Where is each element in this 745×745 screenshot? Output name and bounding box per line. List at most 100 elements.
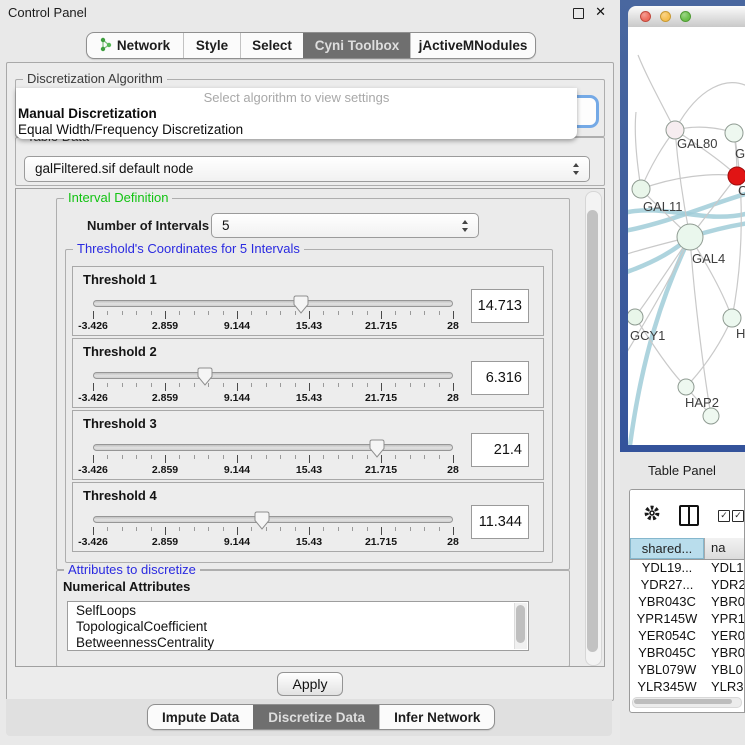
number-of-intervals-combobox[interactable]: 5	[211, 213, 479, 238]
tab-select[interactable]: Select	[240, 33, 303, 58]
network-node-HAP2[interactable]	[678, 379, 694, 395]
threshold-slider-track[interactable]	[93, 444, 453, 451]
slider-tick-labels: -3.4262.8599.14415.4321.71528	[93, 320, 453, 332]
cell-shared-name: YLR345W	[630, 678, 704, 695]
table-toolbar: ✓ ✓	[630, 490, 744, 538]
tab-impute-data[interactable]: Impute Data	[148, 705, 253, 729]
cell-name: YDR2	[704, 576, 745, 593]
network-node-GCY1[interactable]	[628, 309, 643, 325]
table-row[interactable]: YER054CYER0	[630, 627, 745, 644]
table-row[interactable]: YBR045CYBR0	[630, 644, 745, 661]
tab-label: Infer Network	[394, 710, 480, 725]
control-panel-window: Control Panel ✕ Network Style Select Cyni T…	[0, 0, 620, 745]
threshold-panel-3: Threshold 3 -3.4262.8599.14415.4321.71528…	[72, 410, 544, 480]
threshold-label: Threshold 3	[83, 416, 157, 431]
column-header-shared-name[interactable]: shared...	[630, 538, 704, 559]
slider-tick-labels: -3.4262.8599.14415.4321.71528	[93, 464, 453, 476]
table-row[interactable]: YBR043CYBR0	[630, 593, 745, 610]
network-node-label: GAL11	[643, 199, 683, 214]
checkbox-icon[interactable]: ✓	[732, 510, 744, 522]
network-node-label: GCY1	[630, 328, 665, 343]
float-panel-icon[interactable]	[573, 8, 584, 19]
combobox-spinner-icon	[573, 163, 580, 175]
apply-button[interactable]: Apply	[277, 672, 343, 696]
network-node-H-partial[interactable]	[723, 309, 741, 327]
panel-title: Control Panel	[8, 5, 87, 20]
algorithm-dropdown-popup: Select algorithm to view settings Manual…	[16, 88, 577, 139]
settings-vertical-scrollbar[interactable]	[585, 191, 602, 666]
close-panel-icon[interactable]: ✕	[595, 4, 606, 20]
cell-name: YPR1	[704, 610, 745, 627]
table-header: shared... na	[630, 538, 745, 560]
interval-definition-title: Interval Definition	[64, 191, 172, 205]
network-icon	[100, 37, 112, 55]
attributes-list-scrollbar[interactable]	[514, 603, 527, 649]
split-columns-icon[interactable]	[679, 505, 699, 526]
network-node-GAL4[interactable]	[677, 224, 703, 250]
algorithm-placeholder: Select algorithm to view settings	[16, 90, 577, 106]
algorithm-option[interactable]: Equal Width/Frequency Discretization	[16, 122, 577, 138]
attributes-group: Attributes to discretize Numerical Attri…	[56, 570, 570, 667]
table-row[interactable]: YDL19...YDL1	[630, 559, 745, 576]
network-edge	[638, 55, 675, 130]
control-panel-titlebar: Control Panel ✕	[0, 0, 620, 24]
threshold-slider-track[interactable]	[93, 372, 453, 379]
table-horizontal-scrollbar[interactable]	[632, 697, 742, 708]
cell-shared-name: YBR045C	[630, 644, 704, 661]
network-node-GAL11[interactable]	[632, 180, 650, 198]
threshold-slider-track[interactable]	[93, 300, 453, 307]
attribute-item[interactable]: BetweennessCentrality	[68, 635, 528, 651]
tab-style[interactable]: Style	[183, 33, 240, 58]
table-hscrollbar-thumb[interactable]	[634, 699, 732, 704]
threshold-value-field[interactable]: 6.316	[471, 361, 529, 395]
gear-icon[interactable]	[643, 504, 661, 522]
tab-cyni-toolbox[interactable]: Cyni Toolbox	[303, 33, 410, 58]
table-row[interactable]: YLR345WYLR3	[630, 678, 745, 695]
slider-tick-labels: -3.4262.8599.14415.4321.71528	[93, 392, 453, 404]
settings-scrollbar-thumb[interactable]	[587, 210, 598, 652]
tab-discretize-data[interactable]: Discretize Data	[253, 705, 379, 729]
tab-jactivemnodules[interactable]: jActiveMNodules	[410, 33, 535, 58]
thresholds-group: Threshold's Coordinates for 5 Intervals …	[65, 249, 553, 563]
threshold-slider-track[interactable]	[93, 516, 453, 523]
network-canvas[interactable]: GAL80GACGAL11GAL4GCY1HHAP2	[628, 27, 745, 445]
attribute-item[interactable]: TopologicalCoefficient	[68, 619, 528, 635]
table-row[interactable]: YDR27...YDR2	[630, 576, 745, 593]
network-edge	[686, 318, 732, 387]
network-node-bottom-node[interactable]	[703, 408, 719, 424]
threshold-value-field[interactable]: 11.344	[471, 505, 529, 539]
tab-label: Network	[117, 38, 170, 53]
close-traffic-light[interactable]	[640, 11, 651, 22]
tab-network[interactable]: Network	[87, 33, 183, 58]
cell-name: YBR0	[704, 593, 745, 610]
cell-name: YLR3	[704, 678, 745, 695]
network-edge	[635, 112, 641, 189]
tab-infer-network[interactable]: Infer Network	[379, 705, 494, 729]
cyni-toolbox-panel: Discretization Algorithm Select algorith…	[6, 62, 614, 701]
table-data-combobox[interactable]: galFiltered.sif default node	[24, 156, 590, 182]
screen: Control Panel ✕ Network Style Select Cyni T…	[0, 0, 745, 745]
checkbox-icon[interactable]: ✓	[718, 510, 730, 522]
tab-label: Select	[252, 38, 292, 53]
table-data-group: Table Data galFiltered.sif default node	[15, 137, 605, 186]
number-of-intervals-label: Number of Intervals	[87, 218, 209, 233]
column-header-name[interactable]: na	[704, 538, 745, 559]
algorithm-option[interactable]: Manual Discretization	[16, 106, 577, 122]
cell-shared-name: YDR27...	[630, 576, 704, 593]
network-node-label: GA	[735, 146, 745, 161]
tab-label: Cyni Toolbox	[315, 38, 400, 53]
cell-name: YDL1	[704, 559, 745, 576]
attribute-item[interactable]: SelfLoops	[68, 603, 528, 619]
node-table: ✓ ✓ shared... na YDL19...YDL1YDR27...YDR…	[629, 489, 745, 713]
network-node-label: H	[736, 326, 745, 341]
table-row[interactable]: YBL079WYBL0	[630, 661, 745, 678]
zoom-traffic-light[interactable]	[680, 11, 691, 22]
network-window-titlebar[interactable]	[628, 6, 745, 28]
table-row[interactable]: YPR145WYPR1	[630, 610, 745, 627]
minimize-traffic-light[interactable]	[660, 11, 671, 22]
threshold-value-field[interactable]: 14.713	[471, 289, 529, 323]
slider-tick-labels: -3.4262.8599.14415.4321.71528	[93, 536, 453, 548]
threshold-value-field[interactable]: 21.4	[471, 433, 529, 467]
attributes-list-scrollbar-thumb[interactable]	[516, 605, 525, 643]
network-node-GA-partial[interactable]	[725, 124, 743, 142]
